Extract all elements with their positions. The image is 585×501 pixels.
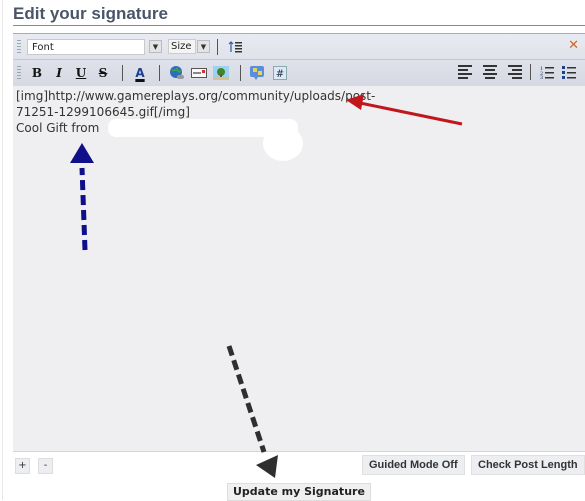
guided-mode-button[interactable]: Guided Mode Off: [362, 455, 465, 475]
blue-dashed-arrow: [70, 143, 94, 251]
expand-editor-button[interactable]: +: [15, 458, 30, 474]
red-arrow: [346, 94, 463, 126]
check-post-length-button[interactable]: Check Post Length: [471, 455, 585, 475]
update-signature-button[interactable]: Update my Signature: [227, 483, 371, 501]
black-dashed-arrow: [226, 345, 278, 478]
annotation-overlay: [70, 94, 463, 478]
shrink-editor-button[interactable]: -: [38, 458, 53, 474]
